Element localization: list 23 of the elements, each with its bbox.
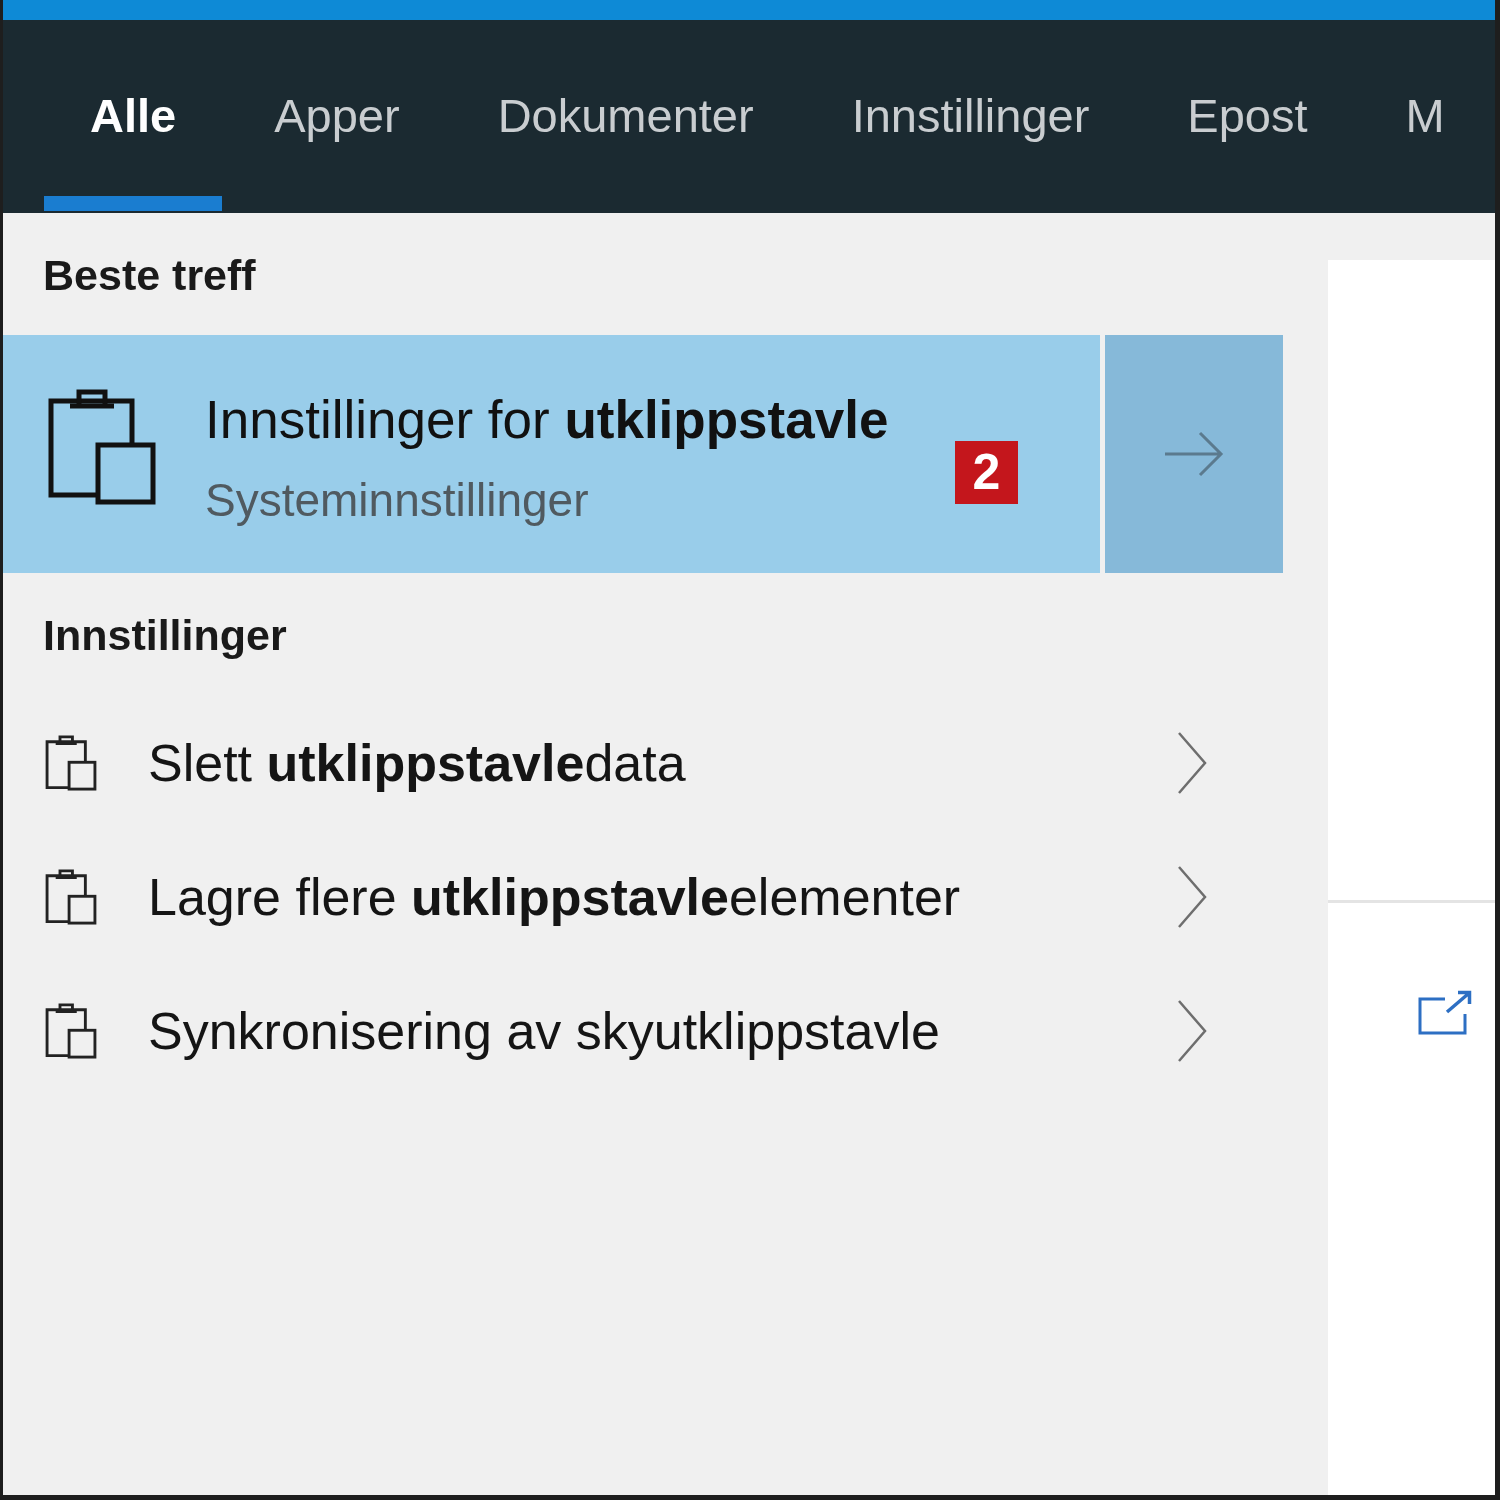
clipboard-icon [45, 869, 97, 925]
settings-result-item[interactable]: Lagre flere utklippstavleelementer [3, 830, 1283, 964]
result-subtitle: Systeminnstillinger [205, 473, 589, 528]
section-heading: Beste treff [43, 250, 257, 300]
clipboard-icon [48, 388, 156, 505]
annotation-badge: 2 [955, 441, 1018, 504]
chevron-right-icon [1176, 865, 1208, 929]
chevron-right-icon [1176, 731, 1208, 795]
settings-result-item[interactable]: Slett utklippstavledata [3, 696, 1283, 830]
arrow-right-icon [1163, 431, 1225, 477]
tab[interactable]: Epost [1141, 20, 1354, 211]
clipboard-icon [45, 1003, 97, 1059]
settings-result-item[interactable]: Synkronisering av skyutklippstavle [3, 964, 1283, 1098]
clipboard-icon [45, 735, 97, 791]
section-heading: Innstillinger [43, 610, 288, 660]
result-title: Innstillinger for utklippstavle [205, 389, 889, 451]
best-match-card[interactable]: Innstillinger for utklippstavle Systeminnstillinger 2 [3, 335, 1100, 573]
chevron-right-icon [1176, 999, 1208, 1063]
tab[interactable]: Dokumenter [451, 20, 800, 211]
open-external-icon[interactable] [1418, 990, 1472, 1035]
tab[interactable]: M [1359, 20, 1491, 211]
tab[interactable]: Innstillinger [805, 20, 1136, 211]
tab[interactable]: Apper [228, 20, 446, 211]
